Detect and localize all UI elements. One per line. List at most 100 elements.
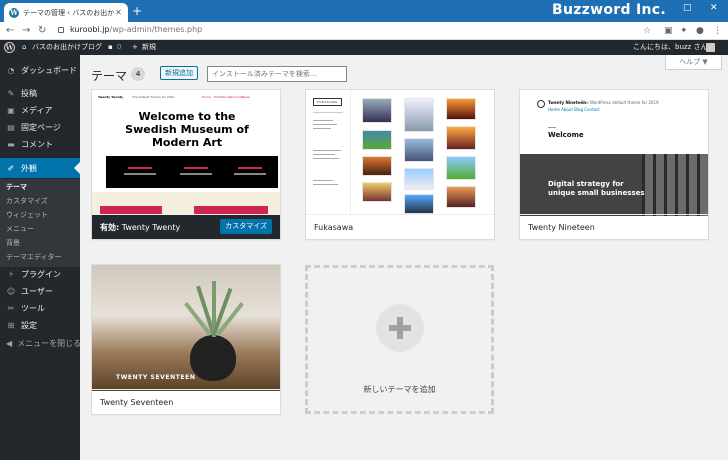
preview-site-title: Twenty Twenty — [98, 95, 124, 99]
sidebar-item-tools[interactable]: ✂ ツール — [0, 300, 80, 317]
theme-name: Twenty Nineteen — [528, 222, 595, 232]
back-arrow-icon[interactable]: ← — [6, 24, 14, 38]
theme-card-twenty-twenty[interactable]: Twenty Twenty The Default Theme for 2020… — [91, 89, 281, 240]
theme-screenshot[interactable]: FUKASAWA — [306, 90, 494, 216]
sidebar-item-pages[interactable]: ▤ 固定ページ — [0, 119, 80, 136]
sidebar-item-settings[interactable]: ⊞ 設定 — [0, 317, 80, 334]
sidebar-item-dashboard[interactable]: ◔ ダッシュボード — [0, 62, 80, 79]
appearance-submenu: テーマ カスタマイズ ウィジェット メニュー 背景 テーマエディター — [0, 179, 80, 267]
sidebar-item-label: メニューを閉じる — [17, 339, 82, 348]
preview-photo: Digital strategy for unique small busine… — [520, 154, 708, 216]
sidebar-item-label: コメント — [21, 140, 53, 149]
home-icon: ⌂ — [22, 43, 27, 51]
reload-icon[interactable]: ↻ — [38, 24, 46, 38]
url-field[interactable]: kuroobi.jp/wp-admin/themes.php — [70, 25, 202, 34]
sidebar-item-collapse[interactable]: ◀ メニューを閉じる — [0, 335, 82, 352]
new-content-link[interactable]: 新規 — [142, 41, 156, 54]
star-icon[interactable]: ☆ — [643, 25, 651, 37]
close-window-button[interactable]: ✕ — [710, 3, 718, 13]
sidebar-item-users[interactable]: ☺ ユーザー — [0, 283, 80, 300]
submenu-menus[interactable]: メニュー — [6, 224, 34, 234]
comment-icon[interactable]: ▪ — [108, 41, 113, 54]
preview-nav-item: Home — [202, 95, 211, 99]
submenu-theme-editor[interactable]: テーマエディター — [6, 252, 62, 262]
preview-cream-band — [92, 192, 280, 215]
submenu-widgets[interactable]: ウィジェット — [6, 210, 48, 220]
plus-icon: + — [132, 43, 138, 51]
plus-icon — [376, 304, 424, 352]
tools-icon: ✂ — [7, 304, 15, 313]
sidebar-item-comments[interactable]: ▬ コメント — [0, 136, 80, 153]
preview-dark-band — [106, 156, 278, 188]
brush-icon: ✐ — [7, 163, 15, 173]
sidebar-item-appearance[interactable]: ✐ 外観 — [0, 158, 80, 178]
preview-nav-item: About Us — [229, 95, 243, 99]
maximize-button[interactable]: □ — [683, 3, 692, 13]
theme-card-twenty-seventeen[interactable]: TWENTY SEVENTEEN Twenty Seventeen — [91, 264, 281, 415]
preview-logo-icon — [537, 100, 545, 108]
address-bar-row: ← → ↻ kuroobi.jp/wp-admin/themes.php ☆ ▣… — [0, 22, 728, 40]
sidebar-item-label: メディア — [21, 106, 53, 115]
submenu-themes[interactable]: テーマ — [6, 182, 27, 192]
sidebar-item-posts[interactable]: ✎ 投稿 — [0, 85, 80, 102]
minimize-button[interactable]: – — [655, 3, 660, 13]
submenu-customize[interactable]: カスタマイズ — [6, 196, 48, 206]
sidebar-item-label: 設定 — [21, 321, 37, 330]
preview-nav-item: News — [242, 95, 251, 99]
comment-icon: ▬ — [7, 140, 15, 149]
wordpress-logo-icon[interactable]: W — [4, 42, 15, 53]
sidebar-item-label: 外観 — [21, 163, 37, 173]
preview-logo: FUKASAWA — [313, 98, 342, 106]
sidebar-item-label: ユーザー — [21, 287, 53, 296]
add-new-theme-card[interactable]: 新しいテーマを追加 — [305, 265, 494, 414]
watermark-text: Buzzword Inc. — [552, 2, 666, 18]
sidebar-item-media[interactable]: ▣ メディア — [0, 102, 80, 119]
theme-screenshot[interactable]: Twenty Nineteen — The WordPress default … — [520, 90, 708, 216]
settings-icon: ⊞ — [7, 321, 15, 330]
add-new-button[interactable]: 新規追加 — [160, 66, 198, 80]
greeting-text[interactable]: こんにちは、buzz さん — [633, 41, 707, 54]
sidebar-item-label: 投稿 — [21, 89, 37, 98]
site-name-link[interactable]: バスのお出かけブログ — [32, 41, 102, 54]
theme-count-badge: 4 — [131, 67, 145, 81]
media-icon: ▣ — [7, 106, 15, 115]
kebab-menu-icon[interactable]: ⋮ — [713, 25, 722, 37]
theme-card-fukasawa[interactable]: FUKASAWA Fukasawa — [305, 89, 495, 240]
theme-name-bar: Twenty Nineteen — [520, 214, 708, 239]
sidebar-item-label: プラグイン — [21, 270, 61, 279]
preview-headline: Welcome to the Swedish Museum of Modern … — [125, 110, 249, 149]
browser-tab[interactable]: W テーマの管理 ‹ バスのお出かけブログ ✕ — [4, 3, 128, 22]
forward-arrow-icon[interactable]: → — [22, 24, 30, 38]
wordpress-favicon-icon: W — [9, 7, 19, 18]
theme-name: Twenty Twenty — [121, 222, 181, 232]
theme-screenshot[interactable]: Twenty Twenty The Default Theme for 2020… — [92, 90, 280, 216]
theme-search-input[interactable] — [207, 66, 347, 82]
browser-tab-bar: W テーマの管理 ‹ バスのお出かけブログ ✕ + Buzzword Inc. … — [0, 0, 728, 22]
new-tab-button[interactable]: + — [132, 4, 142, 18]
theme-name-bar: Twenty Seventeen — [92, 389, 280, 414]
avatar[interactable] — [706, 43, 715, 52]
theme-card-twenty-nineteen[interactable]: Twenty Nineteen — The WordPress default … — [519, 89, 709, 240]
lock-icon — [58, 27, 64, 33]
puzzle-icon[interactable]: ✦ — [680, 25, 688, 37]
page-title: テーマ — [91, 69, 128, 83]
theme-name: Twenty Seventeen — [100, 397, 174, 407]
account-icon[interactable]: ● — [696, 25, 704, 37]
plugin-icon: ⚡ — [8, 270, 14, 279]
preview-overlay-text: TWENTY SEVENTEEN — [116, 374, 196, 381]
help-tab[interactable]: ヘルプ ▼ — [665, 55, 722, 70]
customize-button[interactable]: カスタマイズ — [220, 219, 272, 234]
screenshot-icon[interactable]: ▣ — [664, 25, 673, 37]
comment-count: 0 — [117, 43, 122, 51]
sidebar-item-plugins[interactable]: ⚡ プラグイン — [0, 266, 80, 283]
preview-tagline: — The WordPress default theme for 2019 — [576, 100, 659, 105]
pin-icon: ✎ — [7, 89, 15, 98]
main-content: テーマ 4 新規追加 ヘルプ ▼ Twenty Twenty The Defau… — [80, 55, 728, 460]
tab-close-icon[interactable]: ✕ — [114, 8, 123, 17]
collapse-icon: ◀ — [6, 339, 13, 348]
submenu-background[interactable]: 背景 — [6, 238, 20, 248]
pages-icon: ▤ — [7, 123, 15, 132]
preview-welcome: Welcome — [548, 131, 584, 139]
theme-screenshot[interactable]: TWENTY SEVENTEEN — [92, 265, 280, 391]
sidebar-item-label: ツール — [21, 304, 45, 313]
